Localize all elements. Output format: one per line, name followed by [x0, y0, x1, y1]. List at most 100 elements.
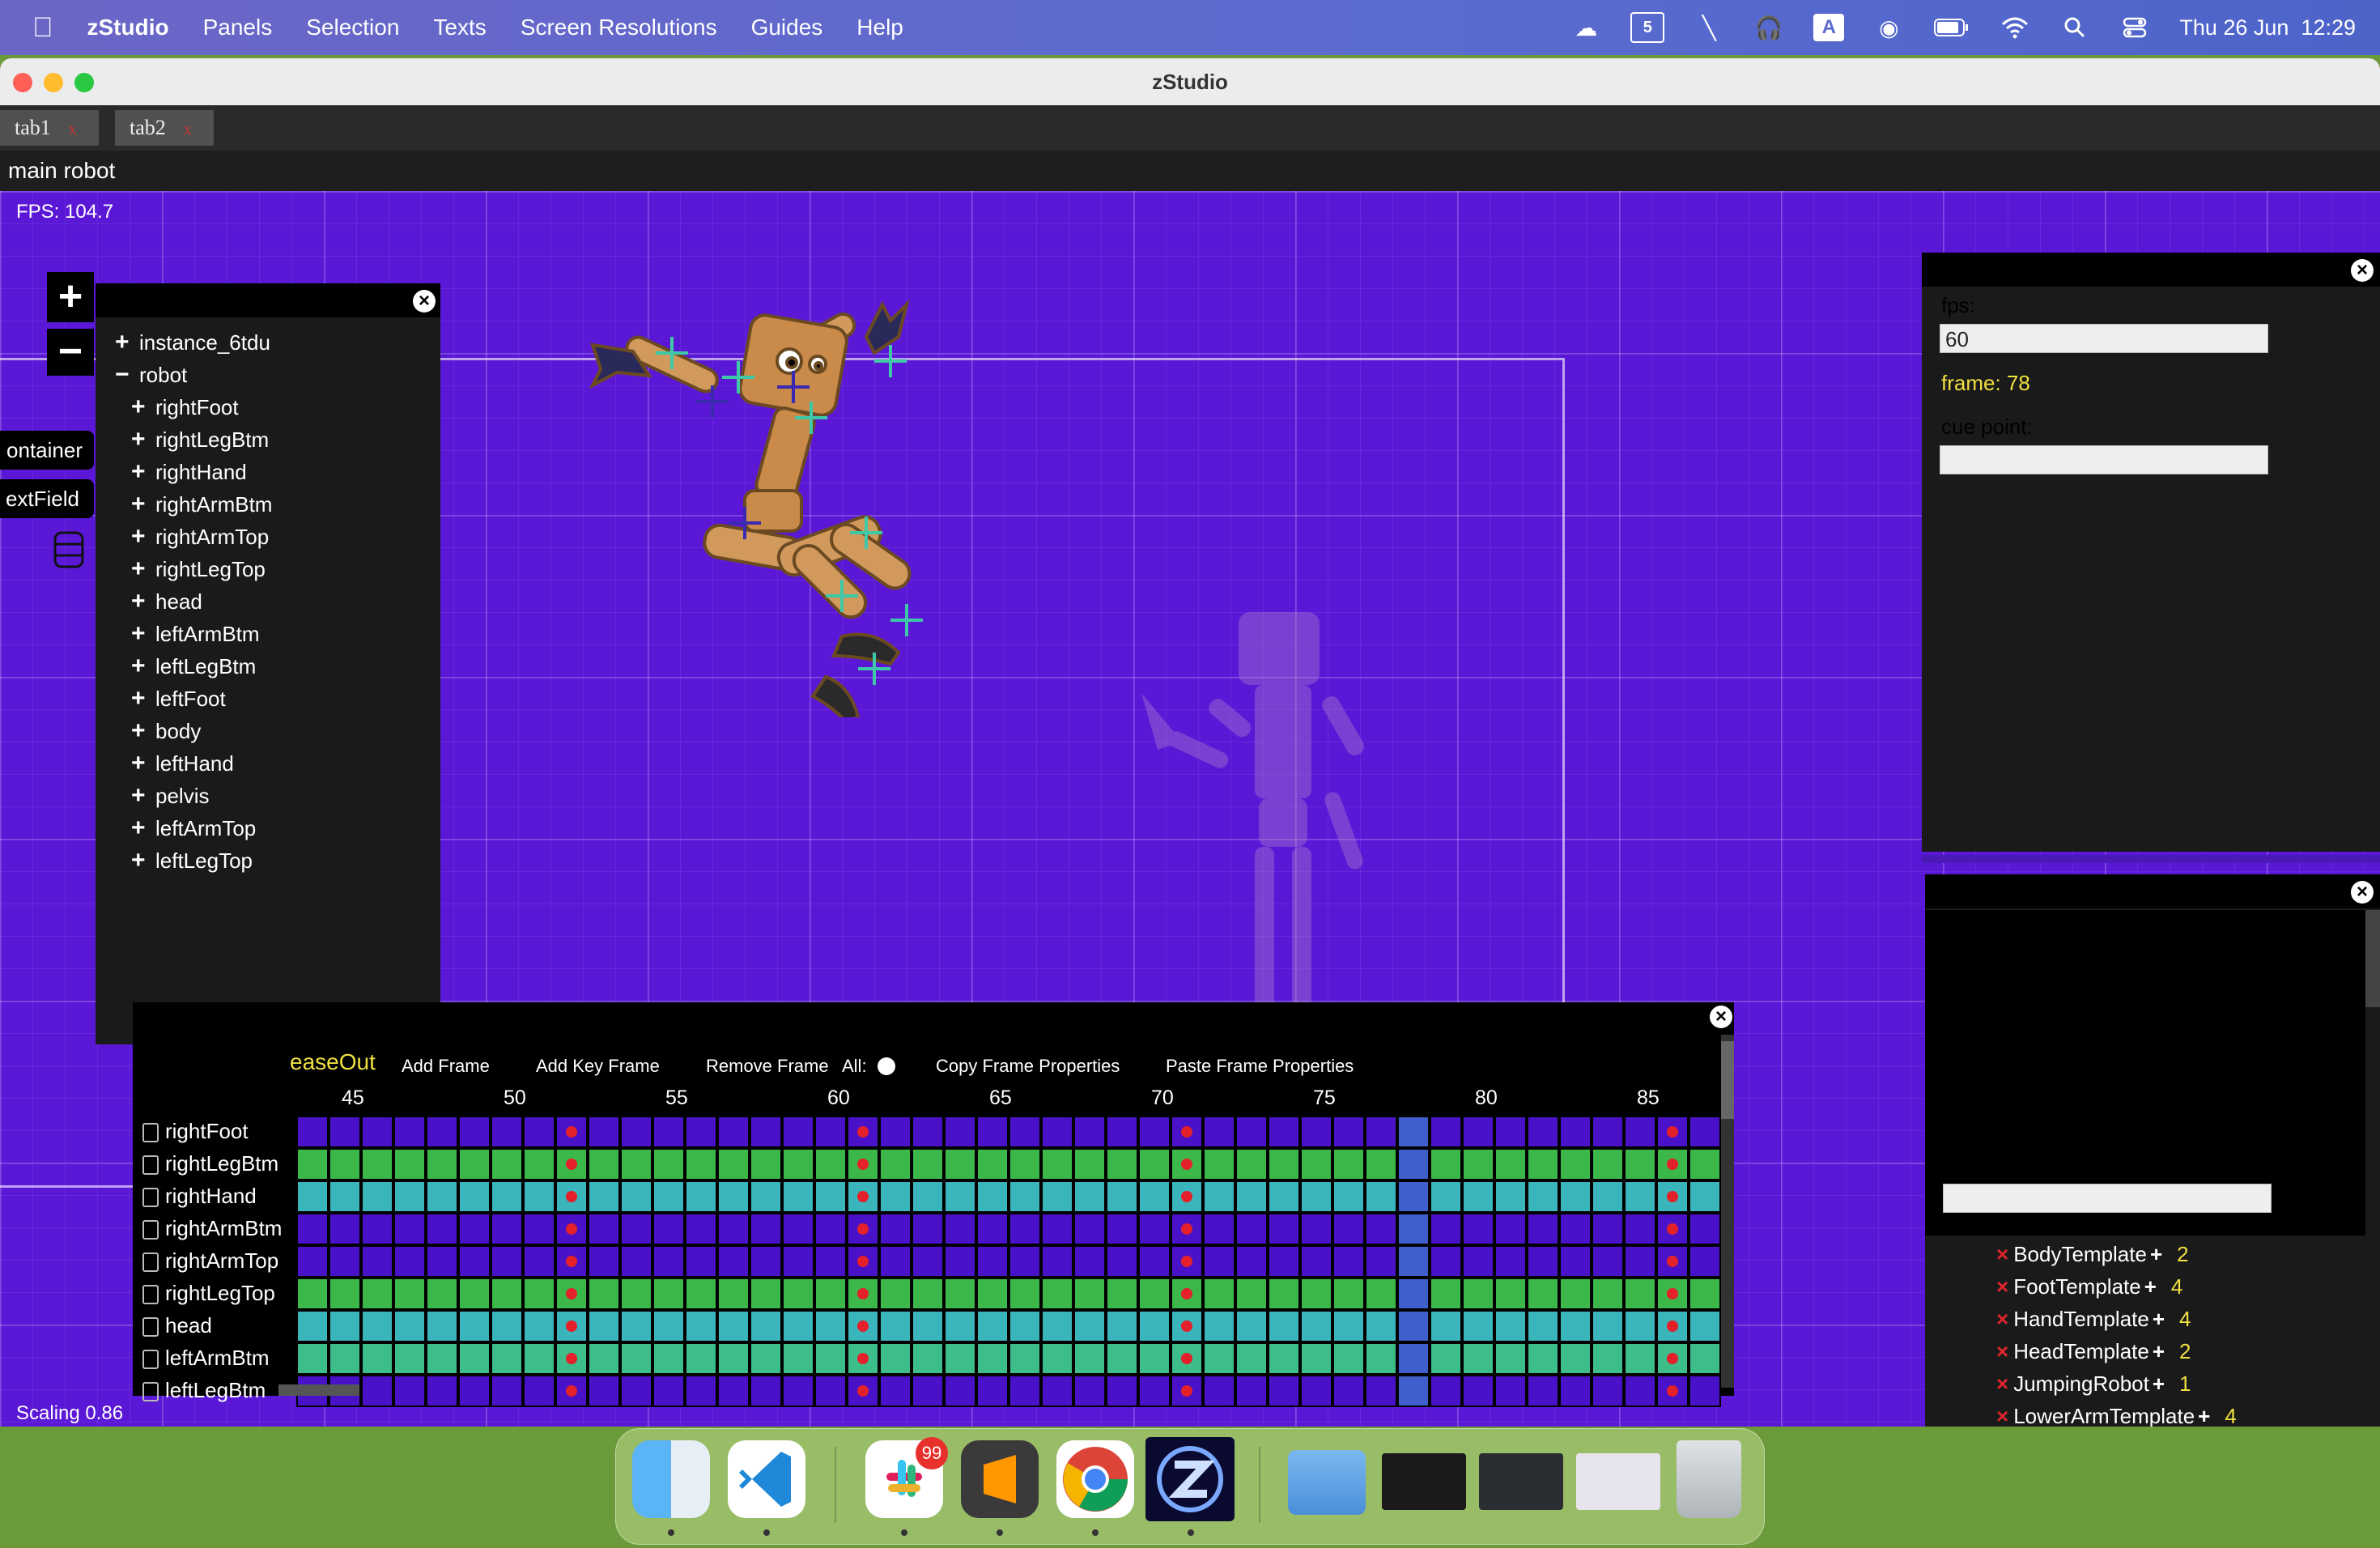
- frame-cell[interactable]: [1041, 1310, 1073, 1342]
- frame-cell[interactable]: [620, 1245, 652, 1278]
- frame-cell[interactable]: [976, 1278, 1009, 1310]
- keyframe-marker[interactable]: [1667, 1288, 1678, 1299]
- frame-cell[interactable]: [1559, 1310, 1592, 1342]
- frame-cell[interactable]: [361, 1180, 393, 1213]
- user-icon[interactable]: ◉: [1873, 14, 1904, 41]
- frame-cell[interactable]: [1592, 1342, 1624, 1375]
- lock-icon[interactable]: [142, 1317, 159, 1337]
- frame-cell[interactable]: [1365, 1180, 1397, 1213]
- frame-cell[interactable]: [847, 1245, 879, 1278]
- delete-template-icon[interactable]: ×: [1996, 1404, 2008, 1427]
- frame-cell[interactable]: [1009, 1213, 1041, 1245]
- frame-cell[interactable]: [1494, 1342, 1527, 1375]
- frame-cell[interactable]: [1332, 1375, 1365, 1407]
- frame-cell[interactable]: [1624, 1148, 1656, 1180]
- frame-cell[interactable]: [912, 1148, 944, 1180]
- frame-cell[interactable]: [1592, 1213, 1624, 1245]
- keyframe-marker[interactable]: [1181, 1288, 1192, 1299]
- frame-cell[interactable]: [685, 1375, 717, 1407]
- frame-cell[interactable]: [1300, 1148, 1332, 1180]
- frame-cell[interactable]: [1106, 1116, 1138, 1148]
- template-item[interactable]: × HeadTemplate +2: [1996, 1339, 2191, 1364]
- stage-canvas[interactable]: FPS: 104.7 Scaling 0.86 + − ontainer ext…: [0, 191, 2380, 1427]
- frame-cell[interactable]: [1073, 1180, 1106, 1213]
- frame-cell[interactable]: [1268, 1342, 1300, 1375]
- frame-cell[interactable]: [1171, 1245, 1203, 1278]
- frame-cell[interactable]: [1106, 1213, 1138, 1245]
- frame-cell[interactable]: [1527, 1213, 1559, 1245]
- frame-cell[interactable]: [685, 1116, 717, 1148]
- frame-cell[interactable]: [1171, 1213, 1203, 1245]
- frame-cell[interactable]: [782, 1278, 814, 1310]
- frame-cell[interactable]: [620, 1180, 652, 1213]
- frame-cell[interactable]: [1268, 1310, 1300, 1342]
- frame-cell[interactable]: [1689, 1342, 1721, 1375]
- track-name[interactable]: rightHand: [142, 1184, 257, 1209]
- frame-cell[interactable]: [1073, 1245, 1106, 1278]
- keyframe-marker[interactable]: [857, 1288, 869, 1299]
- frame-cell[interactable]: [782, 1310, 814, 1342]
- keyframe-marker[interactable]: [1667, 1191, 1678, 1202]
- expand-icon[interactable]: +: [131, 750, 155, 777]
- frame-cell[interactable]: [588, 1342, 620, 1375]
- menu-help[interactable]: Help: [856, 15, 903, 40]
- frame-cell[interactable]: [782, 1148, 814, 1180]
- frame-cell[interactable]: [944, 1180, 976, 1213]
- template-item[interactable]: × HandTemplate +4: [1996, 1307, 2191, 1332]
- frame-cell[interactable]: [1138, 1375, 1171, 1407]
- frame-cell[interactable]: [588, 1116, 620, 1148]
- frame-cell[interactable]: [426, 1342, 458, 1375]
- frame-cell[interactable]: [1332, 1245, 1365, 1278]
- frame-cell[interactable]: [1203, 1213, 1235, 1245]
- frame-cell[interactable]: [523, 1375, 555, 1407]
- hierarchy-item[interactable]: − robot: [115, 361, 187, 389]
- frame-cell[interactable]: [912, 1180, 944, 1213]
- hierarchy-item[interactable]: + pelvis: [131, 782, 209, 810]
- frame-cell[interactable]: [1041, 1116, 1073, 1148]
- add-instance-icon[interactable]: +: [2153, 1307, 2165, 1331]
- screen-rotate-icon[interactable]: [49, 526, 89, 572]
- fps-input[interactable]: 60: [1940, 324, 2268, 353]
- menu-guides[interactable]: Guides: [751, 15, 823, 40]
- frame-cell[interactable]: [685, 1180, 717, 1213]
- delete-template-icon[interactable]: ×: [1996, 1339, 2008, 1363]
- frame-cell[interactable]: [296, 1310, 329, 1342]
- frame-cell[interactable]: [652, 1148, 685, 1180]
- frame-cell[interactable]: [1397, 1213, 1430, 1245]
- frame-cell[interactable]: [1559, 1278, 1592, 1310]
- frame-cell[interactable]: [782, 1375, 814, 1407]
- keyframe-marker[interactable]: [857, 1385, 869, 1397]
- all-toggle[interactable]: [878, 1057, 895, 1075]
- frame-cell[interactable]: [976, 1148, 1009, 1180]
- frame-cell[interactable]: [1268, 1278, 1300, 1310]
- frame-cell[interactable]: [1462, 1245, 1494, 1278]
- frame-cell[interactable]: [1365, 1245, 1397, 1278]
- frame-cell[interactable]: [1462, 1278, 1494, 1310]
- frame-cell[interactable]: [944, 1148, 976, 1180]
- frame-cell[interactable]: [1073, 1116, 1106, 1148]
- frame-cell[interactable]: [1106, 1278, 1138, 1310]
- keyframe-marker[interactable]: [1181, 1223, 1192, 1235]
- frame-cell[interactable]: [1365, 1375, 1397, 1407]
- lock-icon[interactable]: [142, 1252, 159, 1273]
- frame-cell[interactable]: [523, 1310, 555, 1342]
- frame-cell[interactable]: [1138, 1148, 1171, 1180]
- frame-cell[interactable]: [814, 1310, 847, 1342]
- frame-cell[interactable]: [296, 1180, 329, 1213]
- frame-cell[interactable]: [1268, 1148, 1300, 1180]
- frame-cell[interactable]: [750, 1213, 782, 1245]
- frame-cell[interactable]: [1300, 1342, 1332, 1375]
- frame-cell[interactable]: [1268, 1245, 1300, 1278]
- frame-cell[interactable]: [523, 1148, 555, 1180]
- chrome-icon[interactable]: [1056, 1440, 1134, 1518]
- frame-cell[interactable]: [652, 1180, 685, 1213]
- frame-cell[interactable]: [1106, 1342, 1138, 1375]
- expand-icon[interactable]: +: [131, 620, 155, 648]
- expand-icon[interactable]: +: [131, 653, 155, 680]
- ghost-robot-sprite[interactable]: [1133, 612, 1409, 1017]
- frame-cell[interactable]: [393, 1213, 426, 1245]
- keyframe-marker[interactable]: [1667, 1256, 1678, 1267]
- frame-cell[interactable]: [944, 1213, 976, 1245]
- frame-cell[interactable]: [361, 1310, 393, 1342]
- hierarchy-item[interactable]: + rightArmBtm: [131, 491, 272, 518]
